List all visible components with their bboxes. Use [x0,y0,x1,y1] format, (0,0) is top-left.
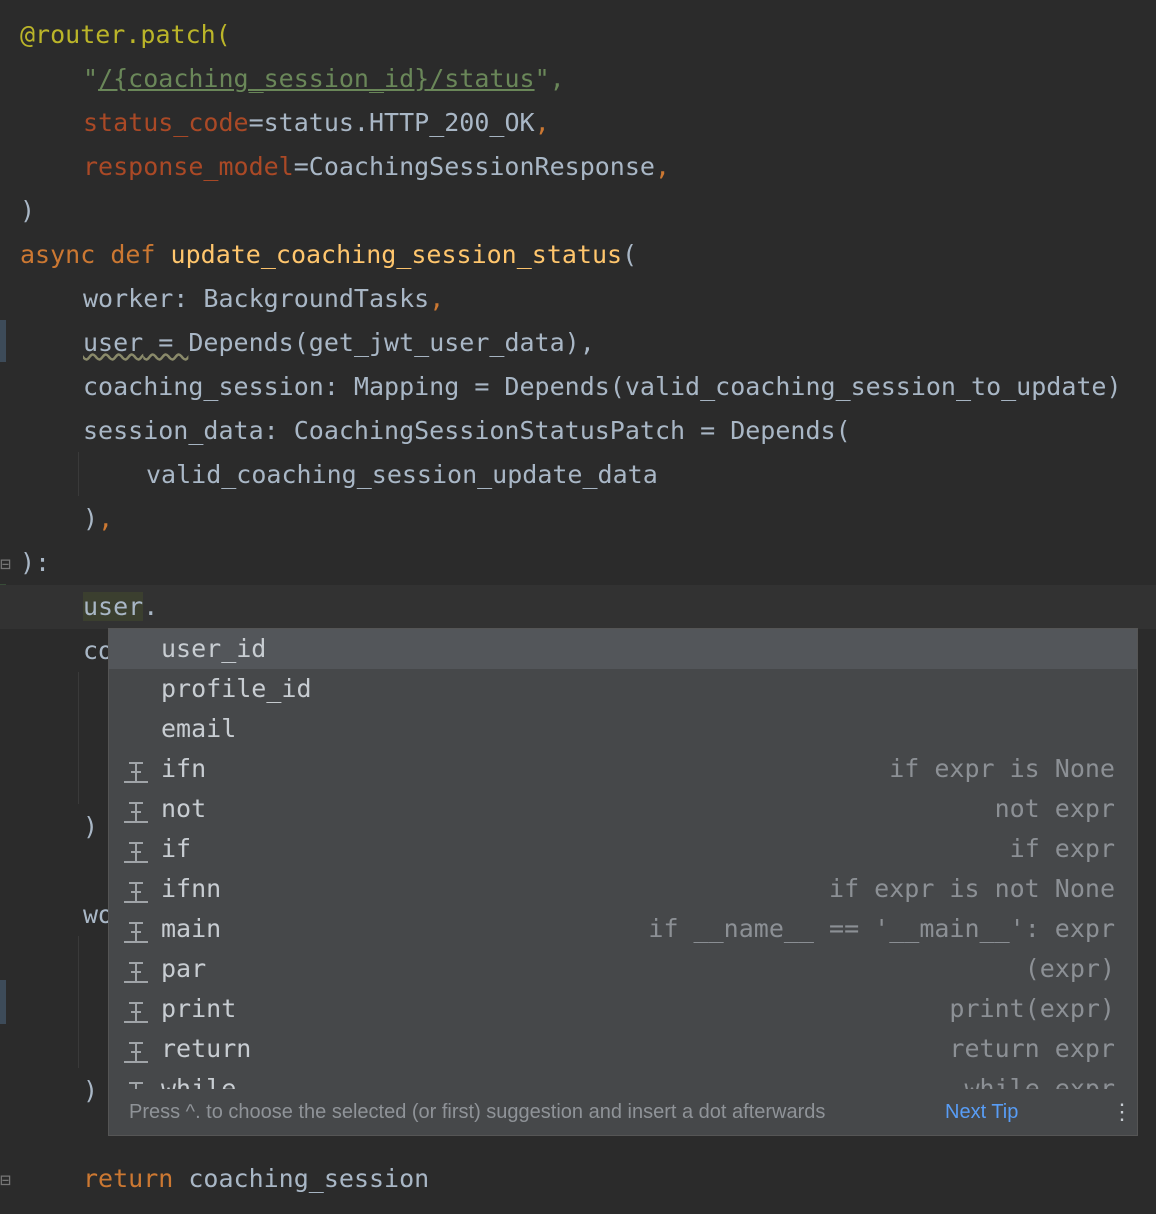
code-line: session_data: CoachingSessionStatusPatch… [0,409,1156,453]
dot-operator: . [143,592,159,621]
completion-item[interactable]: ifn if expr is None [109,749,1137,789]
code-line: ), [0,497,1156,541]
return-value: coaching_session [188,1164,430,1193]
code-line: worker: BackgroundTasks, [0,277,1156,321]
code-line: ): [0,541,1156,585]
comma: , [534,108,550,137]
completion-item-name: ifnn [161,874,222,903]
close-paren: ) [83,812,99,841]
completion-item-tail: return expr [949,1034,1115,1063]
comma: , [98,504,114,533]
open-paren: ( [622,240,638,269]
completion-item-tail: not expr [994,794,1115,823]
return-keyword: return [83,1164,174,1193]
user-depends: Depends(get_jwt_user_data), [188,328,595,357]
completion-item-name: ifn [161,754,207,783]
response-model-value: =CoachingSessionResponse [293,152,655,181]
current-line: user. [0,585,1156,629]
completion-item-tail: if expr is None [889,754,1115,783]
comma: , [429,284,445,313]
completion-item-name: main [161,914,222,943]
completion-item-tail: print(expr) [949,994,1115,1023]
more-options-icon[interactable]: ⋮ [1111,1089,1133,1135]
completion-item[interactable]: while while expr [109,1069,1137,1089]
decorator: @router.patch( [20,20,231,49]
postfix-template-icon [123,957,149,983]
completion-item[interactable]: if if expr [109,829,1137,869]
completion-item-tail: if expr is not None [829,874,1115,903]
completion-list[interactable]: user_id profile_idemail ifn if expr is None… [109,629,1137,1089]
function-name: update_coaching_session_status [170,240,623,269]
def-keyword: def [110,240,156,269]
completion-item-tail: if expr [1009,834,1115,863]
validator-name: valid_coaching_session_update_data [146,460,658,489]
completion-item-tail: if __name__ == '__main__': expr [648,914,1115,943]
postfix-template-icon [123,1037,149,1063]
coaching-session-param: coaching_session: Mapping = Depends(vali… [83,372,1122,401]
completion-item-name: if [161,834,192,863]
completion-item[interactable]: profile_id [109,669,1137,709]
postfix-template-icon [123,757,149,783]
indent-guide [78,672,79,804]
response-model-param: response_model [83,152,294,181]
completion-item-name: profile_id [161,674,312,703]
completion-popup[interactable]: user_id profile_idemail ifn if expr is None… [108,628,1138,1136]
code-line: valid_coaching_session_update_data [0,453,1156,497]
completion-item[interactable]: main if __name__ == '__main__': expr [109,909,1137,949]
postfix-template-icon [123,997,149,1023]
completion-item[interactable]: email [109,709,1137,749]
status-code-param: status_code [83,108,249,137]
close-paren: ) [83,504,99,533]
route-path: /{coaching_session_id}/status [98,64,535,93]
code-line: return coaching_session [0,1157,1156,1201]
postfix-template-icon [123,797,149,823]
code-line: @router.patch( [0,13,1156,57]
postfix-template-icon [123,877,149,903]
status-code-value: =status.HTTP_200_OK [248,108,535,137]
completion-item[interactable]: return return expr [109,1029,1137,1069]
code-line: "/{coaching_session_id}/status", [0,57,1156,101]
code-line: ) [0,189,1156,233]
indent-guide [78,936,79,1068]
assign-operator: = [143,328,189,357]
close-paren: ) [20,196,36,225]
completion-hint: Press ^. to choose the selected (or firs… [129,1101,826,1123]
code-line: user = Depends(get_jwt_user_data), [0,321,1156,365]
completion-item-name: not [161,794,207,823]
string-quote: ", [534,64,565,93]
completion-item-name: user_id [161,634,267,663]
completion-hint-bar: Press ^. to choose the selected (or firs… [109,1089,1137,1135]
completion-item-tail: while expr [964,1074,1115,1089]
completion-item[interactable]: par (expr) [109,949,1137,989]
postfix-template-icon [123,837,149,863]
signature-close: ): [20,548,51,577]
async-keyword: async [20,240,96,269]
postfix-template-icon [123,917,149,943]
next-tip-link[interactable]: Next Tip [945,1089,1018,1135]
code-line: response_model=CoachingSessionResponse, [0,145,1156,189]
completion-item-name: par [161,954,207,983]
completion-item-name: email [161,714,237,743]
change-marker [0,980,6,1024]
comma: , [654,152,671,181]
completion-item[interactable]: user_id [109,629,1137,669]
completion-item[interactable]: ifnn if expr is not None [109,869,1137,909]
user-param: user [83,328,144,357]
string-quote: " [83,64,99,93]
completion-item-name: while [161,1074,237,1089]
code-line: coaching_session: Mapping = Depends(vali… [0,365,1156,409]
completion-item[interactable]: print print(expr) [109,989,1137,1029]
completion-item-name: return [161,1034,252,1063]
completion-item-name: print [161,994,237,1023]
close-paren: ) [83,1076,99,1105]
completion-item-tail: (expr) [1024,954,1115,983]
postfix-template-icon [123,1077,149,1089]
completion-item[interactable]: not not expr [109,789,1137,829]
code-line: async def update_coaching_session_status… [0,233,1156,277]
code-line: status_code=status.HTTP_200_OK, [0,101,1156,145]
worker-param: worker: BackgroundTasks [83,284,430,313]
current-identifier: user [83,592,144,621]
session-data-param: session_data: CoachingSessionStatusPatch… [83,416,851,445]
